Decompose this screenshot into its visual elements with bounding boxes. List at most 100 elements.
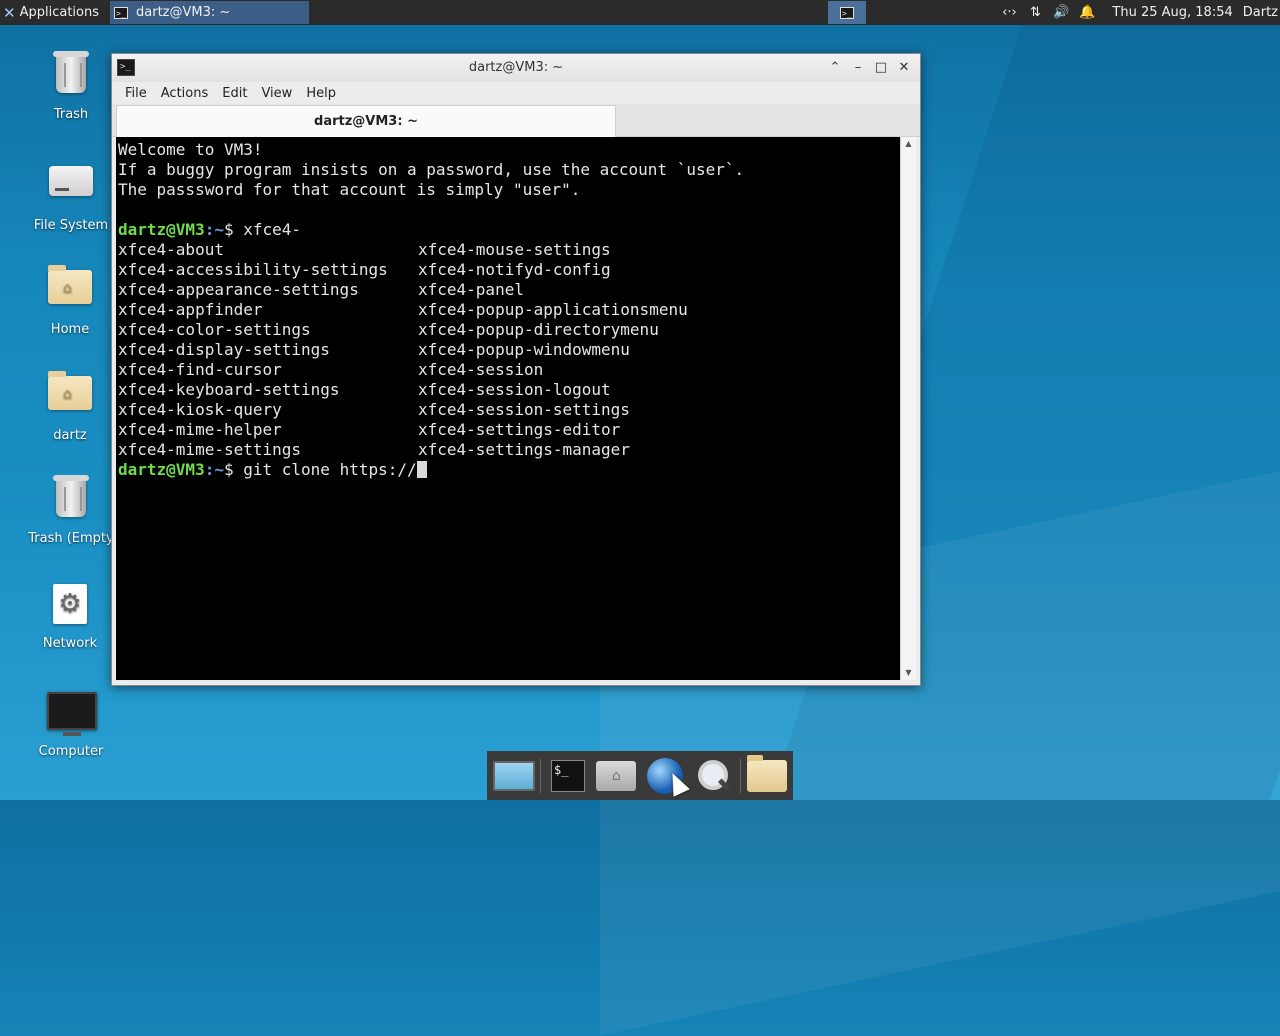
desktop-icon-file-system[interactable]: File System [26,156,116,233]
completion-row: xfce4-keyboard-settings xfce4-session-log… [118,380,900,400]
app-finder-launcher[interactable] [690,753,735,799]
terminal-output[interactable]: Welcome to VM3! If a buggy program insist… [116,137,900,680]
completion-item: xfce4-color-settings [118,320,311,339]
shade-icon[interactable]: ⌃ [826,59,844,77]
completion-item: xfce4-session [418,360,544,379]
completion-item: xfce4-popup-windowmenu [418,340,630,359]
completion-row: xfce4-appearance-settings xfce4-panel [118,280,900,300]
completion-item: xfce4-accessibility-settings [118,260,388,279]
desktop-icon-label: Home [50,322,90,337]
applications-label: Applications [19,5,99,20]
completion-row: xfce4-mime-helper xfce4-settings-editor [118,420,900,440]
dock-separator [739,758,741,793]
prompt-line: dartz@VM3:~$ xfce4- [118,220,900,240]
completion-item: xfce4-mouse-settings [418,240,611,259]
maximize-icon[interactable]: □ [872,59,890,77]
completion-row: xfce4-color-settings xfce4-popup-director… [118,320,900,340]
taskbar-terminal-button[interactable]: >_ dartz@VM3: ~ [110,1,309,24]
workspace-switcher[interactable]: >_ [828,1,866,24]
completion-row: xfce4-display-settings xfce4-popup-window… [118,340,900,360]
home-folder-icon: ⌂ [46,265,94,318]
gear-icon: ⚙ [46,584,94,632]
desktop-icon-label: Trash [53,107,89,122]
drive-icon [47,166,95,214]
scroll-up-icon[interactable]: ▲ [901,137,916,151]
xfce-logo-icon: ✕ [3,3,16,22]
menu-edit[interactable]: Edit [215,86,254,101]
menu-actions[interactable]: Actions [154,86,216,101]
desktop-icon-network[interactable]: ⚙ Network [25,580,115,651]
tab-bar: dartz@VM3: ~ [112,104,920,137]
prompt-path: :~ [204,220,224,239]
tab-terminal[interactable]: dartz@VM3: ~ [116,105,616,137]
applications-menu-button[interactable]: ✕ Applications [0,0,99,25]
prompt-user: dartz@VM3 [118,220,205,239]
desktop-icon-home[interactable]: ⌂ Home [25,262,115,337]
show-desktop-icon [492,760,535,791]
desktop-icon-label: dartz [53,428,87,443]
completion-item: xfce4-popup-applicationsmenu [418,300,688,319]
menu-help[interactable]: Help [299,86,343,101]
terminal-icon: >_ [840,6,854,19]
bell-icon[interactable]: 🔔 [1076,3,1098,23]
menubar: File Actions Edit View Help [112,82,920,104]
completion-list: xfce4-about xfce4-mouse-settings xfce4-acc… [118,240,900,460]
desktop-icon-dartz[interactable]: ⌂ dartz [25,368,115,443]
completion-item: xfce4-appearance-settings [118,280,359,299]
home-icon: ⌂ [596,760,637,791]
prompt-symbol: $ [223,220,244,239]
home-folder-icon: ⌂ [46,371,94,424]
window-titlebar[interactable]: >_ dartz@VM3: ~ ⌃ – □ ✕ [112,54,920,82]
folder-icon [747,754,788,792]
transfer-icon[interactable]: ⇅ [1024,3,1046,23]
desktop-icon-computer[interactable]: Computer [26,686,116,759]
scroll-down-icon[interactable]: ▼ [901,666,916,680]
desktop-icon-label: Computer [38,744,104,759]
user-menu[interactable]: Dartz [1243,5,1278,20]
desktop-icon-trash[interactable]: Trash [26,50,116,122]
show-desktop-button[interactable] [491,753,536,799]
home-launcher[interactable]: ⌂ [594,753,639,799]
completion-item: xfce4-display-settings [118,340,330,359]
dock-separator [540,758,542,793]
trash-icon [47,51,95,103]
network-icon[interactable]: ‹·› [998,3,1020,23]
close-icon[interactable]: ✕ [895,59,913,77]
completion-item: xfce4-kiosk-query [118,400,282,419]
folder-launcher[interactable] [745,753,790,799]
window-title: dartz@VM3: ~ [468,60,564,75]
terminal-icon: >_ [114,6,128,19]
terminal-window: >_ dartz@VM3: ~ ⌃ – □ ✕ File Actions Edi… [111,53,921,686]
welcome-line: If a buggy program insists on a password… [118,160,745,179]
desktop-icon-label: Trash (Empty [28,531,114,546]
completion-item: xfce4-keyboard-settings [118,380,340,399]
completion-row: xfce4-accessibility-settings xfce4-notify… [118,260,900,280]
monitor-icon [47,692,97,740]
completion-item: xfce4-mime-helper [118,420,282,439]
terminal-scrollbar[interactable]: ▲ ▼ [900,137,916,680]
text-cursor [416,461,427,478]
completion-item: xfce4-appfinder [118,300,263,319]
completion-item: xfce4-session-logout [418,380,611,399]
clock[interactable]: Thu 25 Aug, 18:54 [1112,5,1232,20]
completion-row: xfce4-appfinder xfce4-popup-applicationsm… [118,300,900,320]
desktop-icon-trash-empty[interactable]: Trash (Empty [26,474,116,546]
desktop-icon-label: Network [42,636,98,651]
dock: $_ ⌂ [487,751,793,800]
prompt-symbol: $ [223,460,244,479]
minimize-icon[interactable]: – [849,59,867,77]
trash-icon [47,475,95,527]
command-input[interactable]: git clone https:// [243,460,416,479]
desktop-icon-label: File System [33,218,109,233]
completion-item: xfce4-session-settings [418,400,630,419]
completion-row: xfce4-find-cursor xfce4-session [118,360,900,380]
completion-row: xfce4-kiosk-query xfce4-session-settings [118,400,900,420]
terminal-launcher[interactable]: $_ [545,753,590,799]
completion-item: xfce4-about [118,240,224,259]
volume-icon[interactable]: 🔊 [1050,3,1072,23]
menu-file[interactable]: File [118,86,154,101]
app-finder-icon [694,757,732,795]
taskbar-title: dartz@VM3: ~ [136,5,231,20]
menu-view[interactable]: View [254,86,299,101]
completion-item: xfce4-mime-settings [118,440,302,459]
